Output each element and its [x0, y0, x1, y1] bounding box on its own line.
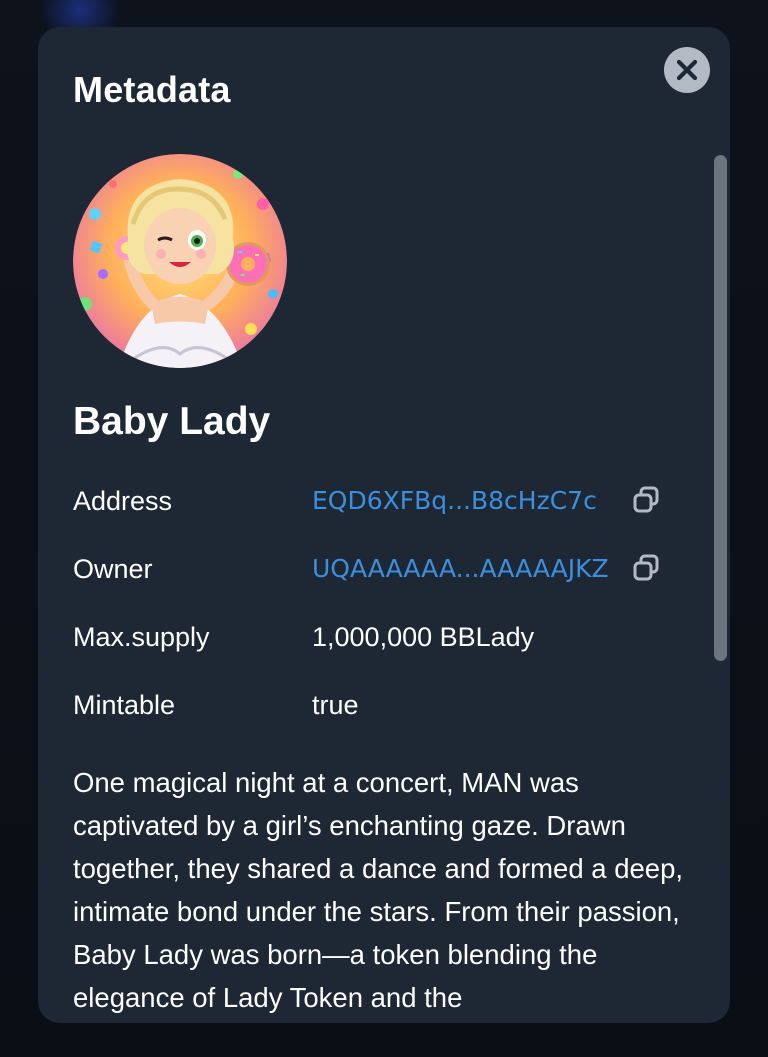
max-supply-row: Max.supply 1,000,000 BBLady [73, 616, 673, 656]
owner-label: Owner [73, 554, 153, 584]
copy-icon [633, 554, 659, 581]
copy-icon [633, 486, 659, 513]
token-avatar [73, 154, 287, 368]
token-description: One magical night at a concert, MAN was … [73, 767, 684, 1013]
owner-row: Owner UQAAAAAA...AAAAAJKZ [73, 548, 673, 588]
max-supply-value: 1,000,000 BBLady [312, 622, 535, 652]
address-row: Address EQD6XFBq...B8cHzC7c [73, 480, 673, 520]
close-icon [676, 59, 698, 81]
copy-address-button[interactable] [628, 482, 664, 518]
copy-owner-button[interactable] [628, 550, 664, 586]
token-name: Baby Lady [73, 400, 271, 443]
token-avatar-image [73, 154, 287, 368]
mintable-row: Mintable true [73, 684, 673, 724]
address-link[interactable]: EQD6XFBq...B8cHzC7c [312, 486, 597, 515]
mintable-value: true [312, 690, 359, 720]
close-button[interactable] [664, 47, 710, 93]
mintable-label: Mintable [73, 690, 176, 720]
max-supply-label: Max.supply [73, 622, 210, 652]
modal-scrollbar[interactable] [712, 155, 729, 1023]
address-label: Address [73, 486, 173, 516]
owner-link[interactable]: UQAAAAAA...AAAAAJKZ [312, 554, 609, 583]
scrollbar-thumb[interactable] [714, 155, 727, 661]
metadata-modal: Metadata Baby Lady Address EQD6XFBq...B8… [38, 27, 730, 1023]
modal-title: Metadata [73, 69, 231, 110]
